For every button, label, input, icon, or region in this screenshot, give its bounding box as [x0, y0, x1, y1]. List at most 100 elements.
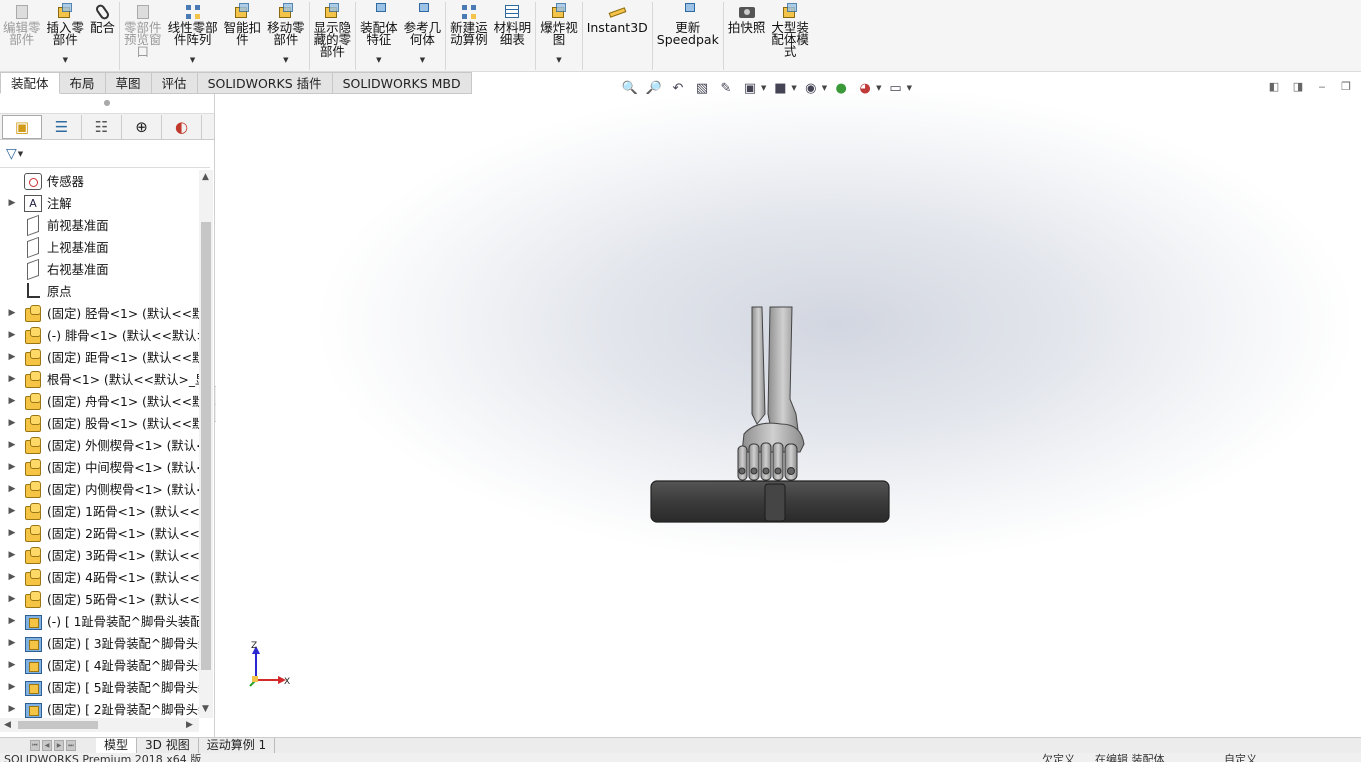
reference-geometry-button[interactable]: 参考几 何体 ▼ — [401, 0, 445, 70]
scroll-up-icon[interactable]: ▲ — [202, 172, 209, 182]
apply-scene-dropdown-icon[interactable]: ▼ — [876, 84, 881, 92]
hide-show-dropdown-icon[interactable]: ▼ — [822, 84, 827, 92]
tree-item[interactable]: ▶ (固定) 外侧楔骨<1> (默认< — [0, 434, 199, 456]
assembly-features-button[interactable]: 装配体 特征 ▼ — [357, 0, 401, 70]
linear-component-pattern-dropdown-icon[interactable]: ▼ — [190, 56, 195, 64]
prev-tab-icon[interactable]: ◀ — [42, 740, 52, 751]
expand-arrow-icon[interactable]: ▶ — [0, 682, 24, 692]
tree-item[interactable]: ▶ A 注解 — [0, 192, 199, 214]
bottom-tab-3d-views[interactable]: 3D 视图 — [137, 737, 199, 754]
configuration-manager-tab-icon[interactable]: ☷ — [82, 114, 122, 139]
tree-scroll-thumb[interactable] — [201, 222, 211, 670]
graphics-area[interactable]: Z X — [216, 94, 1361, 737]
tab-assembly[interactable]: 装配体 — [0, 72, 60, 94]
tree-item[interactable]: ▶ (固定) [ 2趾骨装配^脚骨头装 — [0, 698, 199, 718]
scroll-right-icon[interactable]: ▶ — [186, 720, 193, 730]
tree-item[interactable]: 上视基准面 — [0, 236, 199, 258]
expand-arrow-icon[interactable]: ▶ — [0, 418, 24, 428]
move-component-dropdown-icon[interactable]: ▼ — [283, 56, 288, 64]
toes-model[interactable] — [737, 442, 798, 481]
view-orientation-dropdown-icon[interactable]: ▼ — [761, 84, 766, 92]
minimize-icon[interactable]: ‒ — [1315, 80, 1329, 94]
bill-of-materials-button[interactable]: 材料明 细表 — [491, 0, 535, 70]
tab-sketch[interactable]: 草图 — [105, 72, 152, 94]
expand-arrow-icon[interactable]: ▶ — [0, 572, 24, 582]
expand-arrow-icon[interactable]: ▶ — [0, 704, 24, 714]
restore-icon[interactable]: ❐ — [1339, 80, 1353, 94]
last-tab-icon[interactable]: ⏭ — [66, 740, 76, 751]
tree-item[interactable]: 传感器 — [0, 170, 199, 192]
dimxpert-manager-tab-icon[interactable]: ⊕ — [122, 114, 162, 139]
tree-item[interactable]: 前视基准面 — [0, 214, 199, 236]
scroll-left-icon[interactable]: ◀ — [4, 720, 11, 730]
expand-arrow-icon[interactable]: ▶ — [0, 660, 24, 670]
tab-solidworks-addins[interactable]: SOLIDWORKS 插件 — [197, 72, 333, 94]
expand-arrow-icon[interactable]: ▶ — [0, 440, 24, 450]
filter-dropdown-icon[interactable]: ▼ — [18, 150, 23, 158]
large-assembly-mode-button[interactable]: 大型装 配体模 式 — [768, 0, 812, 70]
tree-item[interactable]: ▶ (固定) 1跖骨<1> (默认<<默 — [0, 500, 199, 522]
tab-layout[interactable]: 布局 — [59, 72, 106, 94]
expand-arrow-icon[interactable]: ▶ — [0, 616, 24, 626]
move-component-button[interactable]: 移动零 部件 ▼ — [264, 0, 308, 70]
expand-arrow-icon[interactable]: ▶ — [0, 374, 24, 384]
bottom-tab-motion-study-1[interactable]: 运动算例 1 — [199, 737, 276, 754]
first-tab-icon[interactable]: ⏮ — [30, 740, 40, 751]
expand-arrow-icon[interactable]: ▶ — [0, 638, 24, 648]
new-motion-study-button[interactable]: 新建运 动算例 — [447, 0, 491, 70]
tree-item[interactable]: 右视基准面 — [0, 258, 199, 280]
insert-components-dropdown-icon[interactable]: ▼ — [63, 56, 68, 64]
exploded-view-button[interactable]: 爆炸视 图 ▼ — [537, 0, 581, 70]
expand-arrow-icon[interactable]: ▶ — [0, 352, 24, 362]
expand-arrow-icon[interactable]: ▶ — [0, 396, 24, 406]
bottom-tab-model[interactable]: 模型 — [96, 737, 138, 754]
smart-fasteners-button[interactable]: 智能扣 件 — [221, 0, 265, 70]
exploded-view-dropdown-icon[interactable]: ▼ — [556, 56, 561, 64]
expand-arrow-icon[interactable]: ▶ — [0, 550, 24, 560]
next-tab-icon[interactable]: ▶ — [54, 740, 64, 751]
expand-arrow-icon[interactable]: ▶ — [0, 484, 24, 494]
scroll-down-icon[interactable]: ▼ — [202, 704, 209, 714]
tree-item[interactable]: 原点 — [0, 280, 199, 302]
instant3d-button[interactable]: Instant3D — [584, 0, 651, 70]
expand-arrow-icon[interactable]: ▶ — [0, 594, 24, 604]
expand-arrow-icon[interactable]: ▶ — [0, 330, 24, 340]
update-speedpak-button[interactable]: 更新 Speedpak — [654, 0, 722, 70]
panel-right-icon[interactable]: ◨ — [1291, 80, 1305, 94]
panel-grip[interactable]: ● — [0, 94, 214, 114]
tree-item[interactable]: ▶ (固定) 4跖骨<1> (默认<<默 — [0, 566, 199, 588]
show-hidden-components-button[interactable]: 显示隐 藏的零 部件 — [311, 0, 355, 70]
display-manager-tab-icon[interactable]: ◐ — [162, 114, 202, 139]
expand-arrow-icon[interactable]: ▶ — [0, 308, 24, 318]
tree-item[interactable]: ▶ (固定) 2跖骨<1> (默认<<默 — [0, 522, 199, 544]
view-settings-dropdown-icon[interactable]: ▼ — [907, 84, 912, 92]
reference-geometry-dropdown-icon[interactable]: ▼ — [420, 56, 425, 64]
tab-evaluate[interactable]: 评估 — [151, 72, 198, 94]
tree-item[interactable]: ▶ (固定) 舟骨<1> (默认<<默 — [0, 390, 199, 412]
component-preview-window-button[interactable]: 零部件 预览窗 口 — [121, 0, 165, 70]
tree-item[interactable]: ▶ 根骨<1> (默认<<默认>_显 — [0, 368, 199, 390]
tree-item[interactable]: ▶ (-) 腓骨<1> (默认<<默认> — [0, 324, 199, 346]
filter-icon[interactable]: ▽ — [6, 146, 17, 162]
tree-item[interactable]: ▶ (固定) 股骨<1> (默认<<默 — [0, 412, 199, 434]
tree-item[interactable]: ▶ (固定) 内侧楔骨<1> (默认< — [0, 478, 199, 500]
mate-button[interactable]: 配合 — [87, 0, 118, 70]
expand-arrow-icon[interactable]: ▶ — [0, 198, 24, 208]
tree-item[interactable]: ▶ (-) [ 1趾骨装配^脚骨头装配 — [0, 610, 199, 632]
tab-solidworks-mbd[interactable]: SOLIDWORKS MBD — [332, 72, 472, 94]
assembly-features-dropdown-icon[interactable]: ▼ — [376, 56, 381, 64]
property-manager-tab-icon[interactable]: ☰ — [42, 114, 82, 139]
tree-item[interactable]: ▶ (固定) 胫骨<1> (默认<<默 — [0, 302, 199, 324]
fibula-model[interactable] — [751, 306, 766, 425]
tree-item[interactable]: ▶ (固定) 距骨<1> (默认<<默 — [0, 346, 199, 368]
insert-components-button[interactable]: 插入零 部件 ▼ — [44, 0, 88, 70]
tree-item[interactable]: ▶ (固定) [ 3趾骨装配^脚骨头装 — [0, 632, 199, 654]
panel-left-icon[interactable]: ◧ — [1267, 80, 1281, 94]
feature-manager-tab-icon[interactable]: ▣ — [2, 114, 42, 139]
tree-hscroll-thumb[interactable] — [18, 721, 98, 729]
tree-item[interactable]: ▶ (固定) 5跖骨<1> (默认<<默 — [0, 588, 199, 610]
tree-filter[interactable]: ▽ ▼ — [0, 140, 210, 168]
tibia-model[interactable] — [767, 306, 799, 435]
tree-item[interactable]: ▶ (固定) 3跖骨<1> (默认<<默 — [0, 544, 199, 566]
linear-component-pattern-button[interactable]: 线性零部 件阵列 ▼ — [165, 0, 221, 70]
